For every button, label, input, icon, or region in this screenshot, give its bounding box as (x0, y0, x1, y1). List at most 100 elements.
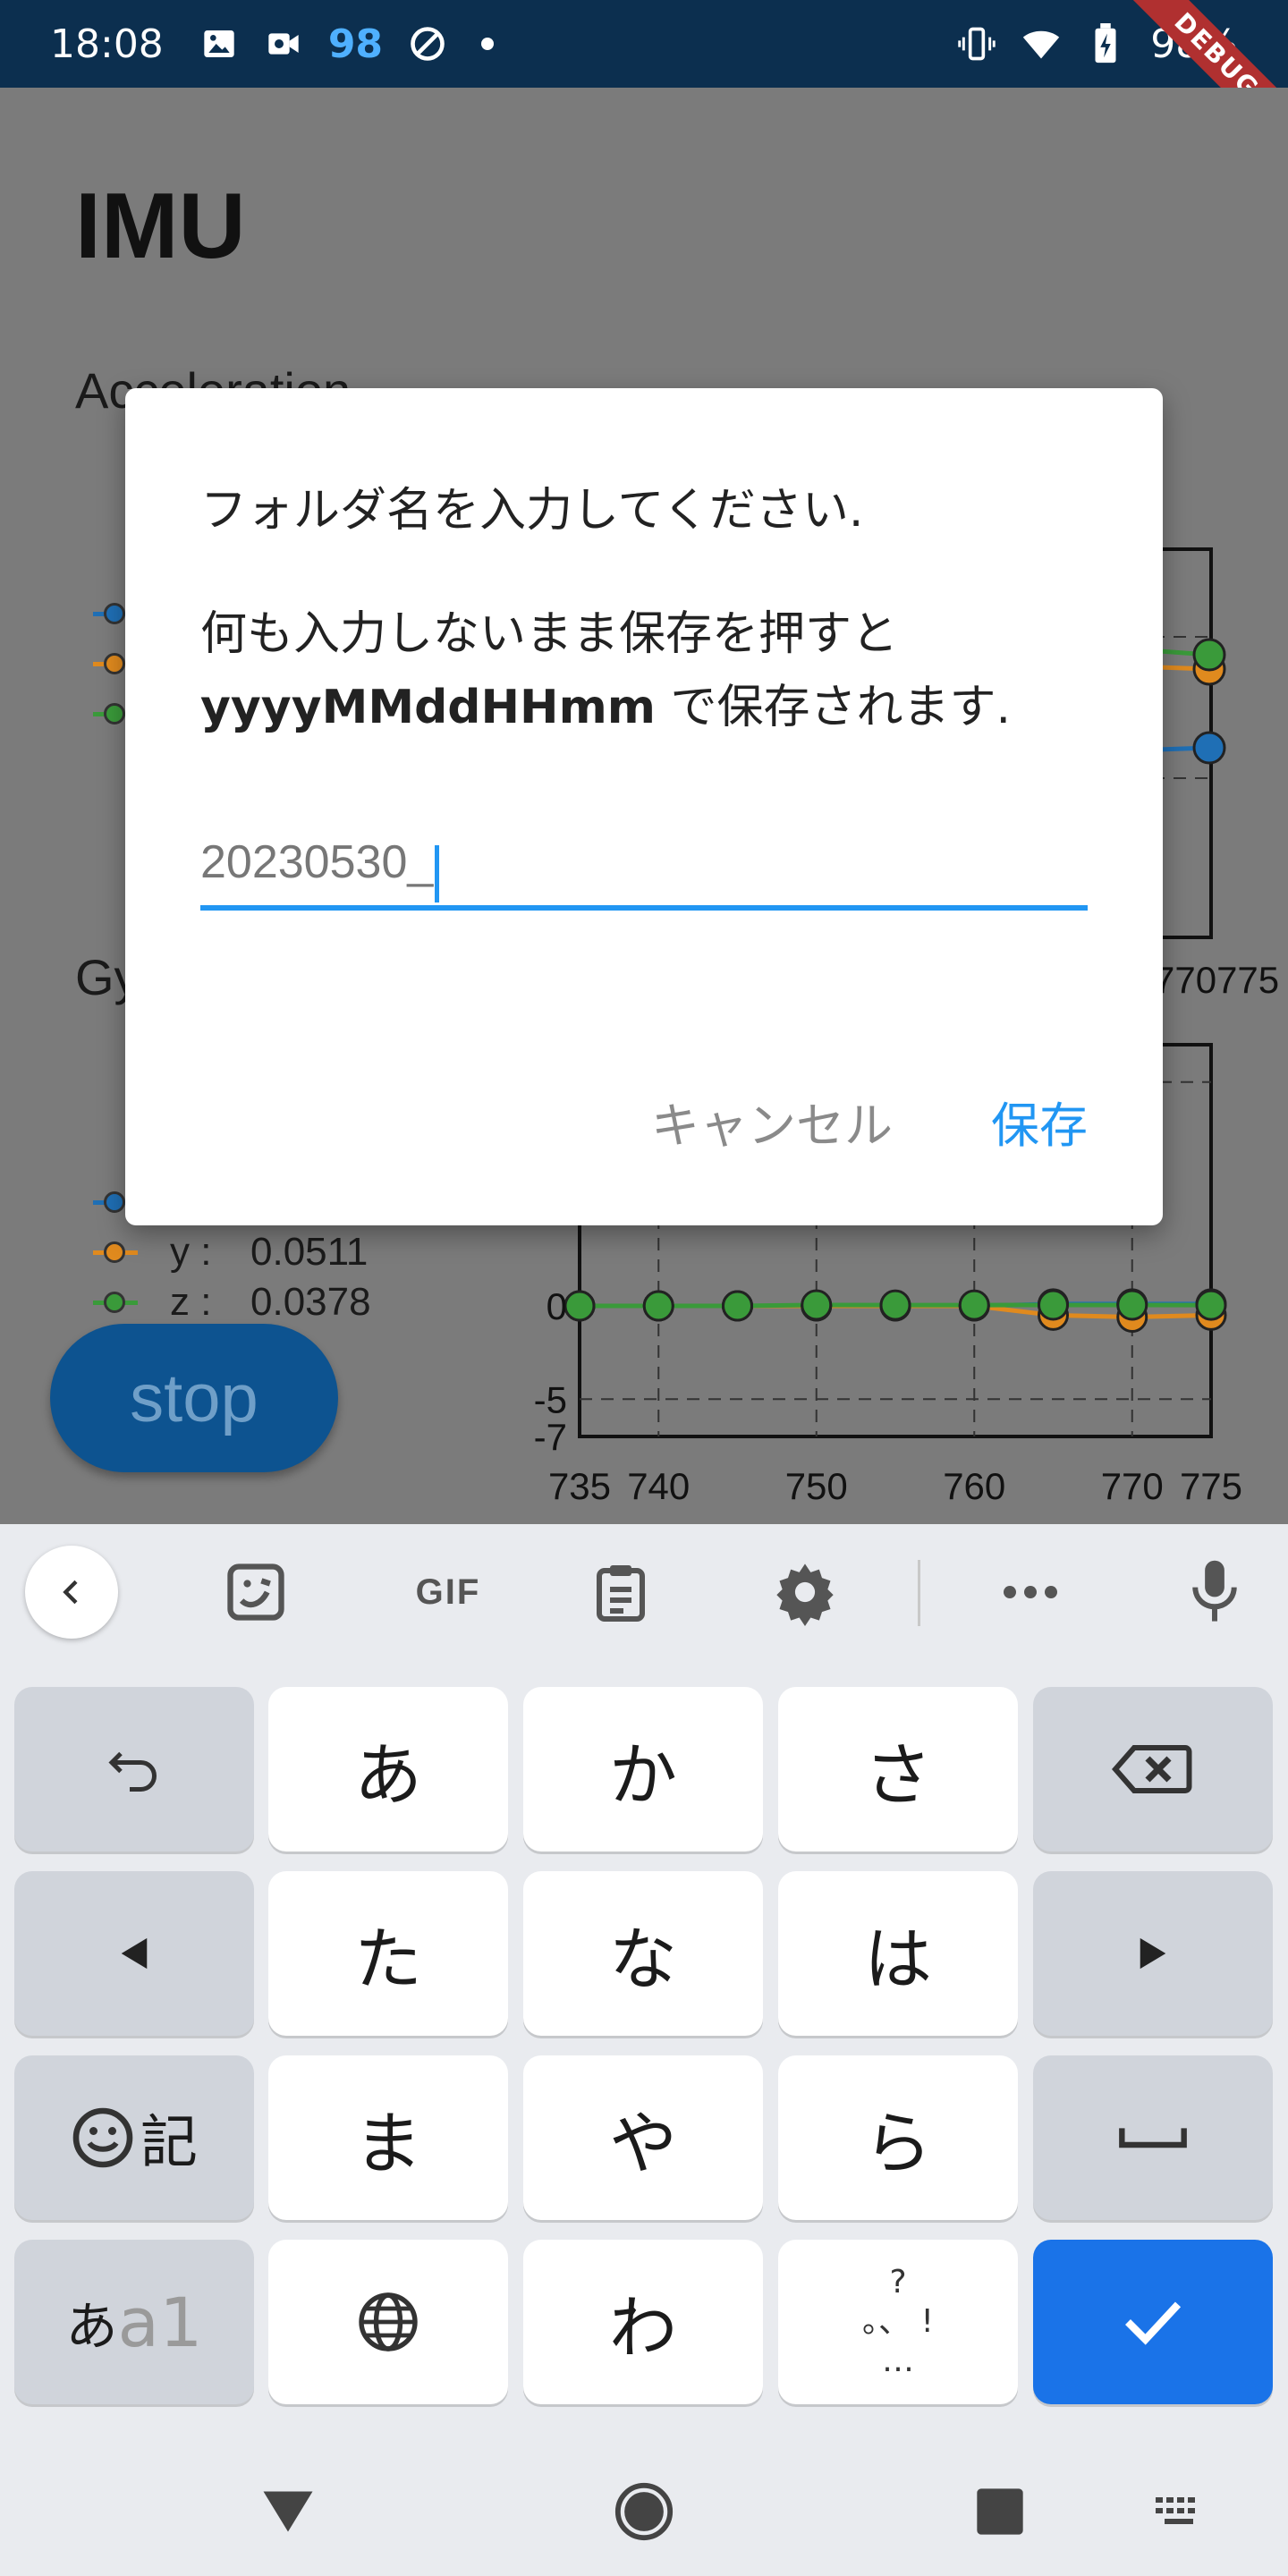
gear-icon (776, 1563, 834, 1626)
data-point-z (879, 1289, 911, 1321)
legend-row-z: z :0.0378 (93, 1277, 371, 1327)
nav-recents-button[interactable] (964, 2476, 1036, 2547)
emoji-symbol-key[interactable]: 記 (14, 2055, 254, 2220)
data-point-z (564, 1290, 596, 1322)
dialog-title: フォルダ名を入力してください. (200, 484, 864, 538)
punct-bottom: … (882, 2343, 914, 2379)
soft-keyboard: GIF あ か さ た な は 記 ま や ら あ a1 わ ? 。、 ! … (0, 1524, 1288, 2576)
backspace-key[interactable] (1033, 1687, 1273, 1852)
data-point-z (1195, 1289, 1227, 1321)
sticker-button[interactable] (218, 1555, 293, 1630)
x-tick-label: 750 (785, 1465, 848, 1507)
dialog-message-line2: で保存されます. (655, 681, 1011, 734)
keyboard-toolbar: GIF (0, 1524, 1288, 1662)
wifi-icon (1021, 24, 1061, 64)
dialog-format-text: yyyyMMddHHmm (200, 681, 656, 734)
undo-icon (108, 1751, 157, 1792)
punct-top: ? (889, 2264, 907, 2301)
text-caret (435, 844, 440, 902)
clipboard-button[interactable] (583, 1555, 658, 1630)
y-tick-label: -7 (534, 1416, 567, 1458)
cursor-left-key[interactable] (14, 1871, 254, 2036)
key-na[interactable]: な (523, 1871, 763, 2036)
folder-name-dialog: フォルダ名を入力してください. 何も入力しないまま保存を押すと yyyyMMdd… (125, 388, 1163, 1225)
data-point-z (958, 1289, 990, 1321)
backspace-icon (1112, 1745, 1192, 1793)
key-ya[interactable]: や (523, 2055, 763, 2220)
vibrate-icon (957, 24, 996, 64)
key-wa[interactable]: わ (523, 2240, 763, 2404)
key-ha[interactable]: は (778, 1871, 1018, 2036)
voice-input-button[interactable] (1177, 1555, 1252, 1630)
x-tick-label: 770 (1101, 1465, 1164, 1507)
save-button[interactable]: 保存 (991, 1086, 1088, 1157)
more-notifications-dot (481, 38, 495, 50)
key-sa[interactable]: さ (778, 1687, 1018, 1852)
sticker-icon (227, 1563, 284, 1621)
legend-row-y: y :0.0511 (93, 1227, 371, 1277)
triangle-down-icon (263, 2491, 313, 2532)
x-tick-label: 760 (943, 1465, 1005, 1507)
data-point-z (642, 1290, 674, 1322)
mode-kana-label: あ (65, 2296, 118, 2357)
toolbar-separator (918, 1560, 920, 1626)
space-icon (1119, 2128, 1187, 2148)
chevron-left-icon (63, 1580, 78, 1605)
keyboard-icon (1156, 2497, 1195, 2524)
status-time: 18:08 (50, 21, 164, 67)
x-tick-label: 740 (627, 1465, 690, 1507)
y-tick-label: -5 (534, 1378, 567, 1420)
folder-name-value: 20230530_ (200, 836, 434, 888)
gif-label: GIF (415, 1572, 481, 1612)
mode-alpha-label: a1 (117, 2282, 203, 2362)
square-recents-icon (977, 2488, 1023, 2535)
nav-keyboard-switch-button[interactable] (1143, 2476, 1215, 2547)
punctuation-key[interactable]: ? 。、 ! … (778, 2240, 1018, 2404)
data-point-z (722, 1290, 753, 1322)
image-icon (199, 24, 239, 64)
nav-back-button[interactable] (252, 2476, 324, 2547)
dialog-message-line1: 何も入力しないまま保存を押すと (200, 607, 899, 661)
key-a[interactable]: あ (268, 1687, 508, 1852)
more-horizontal-icon (1004, 1586, 1057, 1598)
keyboard-back-button[interactable] (25, 1546, 118, 1639)
page-title: IMU (75, 174, 246, 278)
input-mode-key[interactable]: あ a1 (14, 2240, 254, 2404)
key-ka[interactable]: か (523, 1687, 763, 1852)
space-key[interactable] (1033, 2055, 1273, 2220)
nav-home-button[interactable] (608, 2476, 680, 2547)
cancel-button[interactable]: キャンセル (651, 1086, 893, 1157)
stop-button[interactable]: stop (50, 1324, 338, 1472)
dialog-message: 何も入力しないまま保存を押すと yyyyMMddHHmm で保存されます. (200, 597, 1011, 744)
data-point-z (801, 1289, 833, 1321)
folder-name-input[interactable]: 20230530_ (200, 818, 1088, 911)
data-point-z (1116, 1289, 1148, 1321)
data-point-z (1038, 1289, 1069, 1321)
notification-count: 98 (327, 21, 384, 67)
language-switch-key[interactable] (268, 2240, 508, 2404)
clipboard-icon (597, 1565, 645, 1622)
gif-button[interactable]: GIF (399, 1555, 497, 1630)
globe-icon (359, 2292, 418, 2351)
punct-mid: 。、 ! (862, 2303, 934, 2340)
status-bar: 18:08 98 98% DEBUG (0, 0, 1288, 165)
x-tick-label: 735 (548, 1465, 611, 1507)
key-ra[interactable]: ら (778, 2055, 1018, 2220)
cursor-right-key[interactable] (1033, 1871, 1273, 2036)
more-options-button[interactable] (993, 1555, 1068, 1630)
key-ma[interactable]: ま (268, 2055, 508, 2220)
emoji-icon (72, 2107, 133, 2168)
at-sign-icon (408, 24, 447, 64)
video-icon (264, 24, 303, 64)
circle-home-icon (614, 2482, 674, 2541)
arrow-right-icon (1140, 1937, 1166, 1970)
navigation-bar (0, 2449, 1288, 2576)
kigou-label: 記 (140, 2110, 198, 2176)
battery-icon (1086, 23, 1125, 64)
check-icon (1125, 2301, 1182, 2345)
key-ta[interactable]: た (268, 1871, 508, 2036)
settings-button[interactable] (767, 1555, 843, 1630)
undo-key[interactable] (14, 1687, 254, 1852)
x-tick-label: 775 (1180, 1465, 1242, 1507)
enter-key[interactable] (1033, 2240, 1273, 2404)
